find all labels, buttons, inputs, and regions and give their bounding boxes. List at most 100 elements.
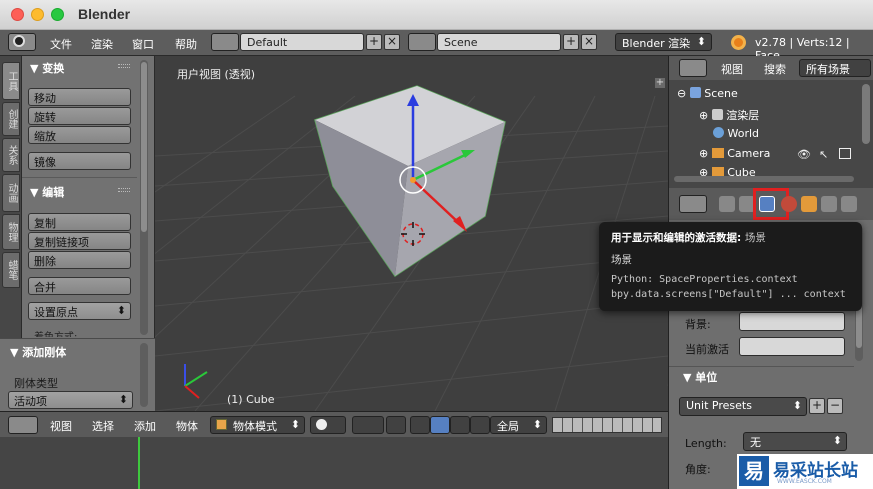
shading-label: 着色方式: [34,328,77,337]
scene-icon[interactable] [408,33,436,51]
object-context-icon[interactable] [801,196,817,212]
duplicate-linked-button[interactable]: 复制链接项 [28,232,131,250]
minimize-window-button[interactable] [31,8,44,21]
tab-relations[interactable]: 关系 [2,138,20,172]
outliner-menu-search[interactable]: 搜索 [764,61,786,77]
tooltip-python: Python: SpaceProperties.context [611,274,798,285]
tab-physics[interactable]: 物理 [2,214,20,250]
outliner-item-scene[interactable]: ⊖ Scene [677,87,738,100]
menu-object[interactable]: 物体 [176,418,198,434]
outliner-item-world[interactable]: World [713,127,759,140]
screen-layout-field[interactable]: Default [240,33,364,51]
menu-help[interactable]: 帮助 [175,36,197,52]
transform-panel-header[interactable]: ▼ 变换 [30,60,64,76]
dropdown-arrow-icon: ⬍ [792,399,802,412]
rigid-panel-scrollbar[interactable] [140,343,148,407]
zoom-window-button[interactable] [51,8,64,21]
current-frame-indicator[interactable] [138,437,140,489]
pivot-point-dropdown[interactable] [352,416,384,434]
close-window-button[interactable] [11,8,24,21]
active-clip-field[interactable] [739,337,845,356]
drag-handle-icon[interactable] [118,64,130,68]
render-engine-dropdown[interactable]: Blender 渲染 ⬍ [615,33,712,51]
editor-type-properties-icon[interactable] [679,195,707,213]
orientation-dropdown[interactable]: 全局 ⬍ [490,416,547,434]
world-icon [713,127,724,138]
tab-animation[interactable]: 动画 [2,174,20,212]
menu-add[interactable]: 添加 [134,418,156,434]
join-button[interactable]: 合并 [28,277,131,295]
context-tooltip: 用于显示和编辑的激活数据: 场景 场景 Python: SpacePropert… [599,222,862,311]
outliner-horizontal-scrollbar[interactable] [674,176,854,182]
set-origin-dropdown[interactable]: 设置原点 ⬍ [28,302,131,320]
panel-divider [22,177,137,178]
rotate-manipulator-icon[interactable] [430,416,450,434]
screen-layout-icon[interactable] [211,33,239,51]
properties-header [669,188,873,220]
rigid-body-panel-header[interactable]: ▼ 添加刚体 [10,344,66,360]
add-preset-button[interactable]: + [809,398,825,414]
transform-orientation-icon[interactable] [470,416,490,434]
length-label: Length: [685,437,727,450]
unit-presets-dropdown[interactable]: Unit Presets ⬍ [679,397,807,416]
editor-type-3d-icon[interactable] [8,416,38,434]
outliner-item-render-layers[interactable]: ⊕ 渲染层 [699,107,759,123]
scale-manipulator-icon[interactable] [450,416,470,434]
3d-view-header: 视图 选择 添加 物体 物体模式 ⬍ 全局 ⬍ [0,411,668,437]
viewport-shading-dropdown[interactable] [310,416,346,434]
menu-view[interactable]: 视图 [50,418,72,434]
window-title: Blender [78,6,131,22]
rotate-button[interactable]: 旋转 [28,107,131,125]
tab-create[interactable]: 创建 [2,102,20,136]
visibility-eye-icon[interactable]: 👁 [797,148,811,161]
tab-grease-pencil[interactable]: 蜡笔 [2,252,20,288]
add-screen-button[interactable]: + [366,34,382,50]
expand-properties-icon[interactable]: + [655,78,665,88]
3d-viewport[interactable]: 用户视图 (透视) (1) Cube + [155,56,668,411]
manipulator-toggle[interactable] [386,416,406,434]
editor-type-info-icon[interactable] [8,33,36,51]
outliner-menu-view[interactable]: 视图 [721,61,743,77]
add-scene-button[interactable]: + [563,34,579,50]
modifiers-context-icon[interactable] [841,196,857,212]
outliner-item-camera[interactable]: ⊕ Camera [699,147,770,160]
editor-type-outliner-icon[interactable] [679,59,707,77]
viewport-title: 用户视图 (透视) [177,68,256,81]
timeline[interactable] [0,437,668,489]
scale-button[interactable]: 缩放 [28,126,131,144]
scene-field[interactable]: Scene [437,33,561,51]
layer-buttons[interactable] [552,417,662,433]
remove-screen-button[interactable]: × [384,34,400,50]
delete-button[interactable]: 删除 [28,251,131,269]
outliner-display-dropdown[interactable]: 所有场景 [799,59,871,77]
interaction-mode-dropdown[interactable]: 物体模式 ⬍ [210,416,305,434]
outliner-item-cube[interactable]: ⊕ Cube [699,166,756,176]
menu-select[interactable]: 选择 [92,418,114,434]
remove-scene-button[interactable]: × [581,34,597,50]
scene-icon [689,87,701,98]
tab-tools[interactable]: 工具 [2,62,20,100]
tool-shelf-scrollbar[interactable] [140,60,148,335]
remove-preset-button[interactable]: − [827,398,843,414]
edit-panel-header[interactable]: ▼ 编辑 [30,184,64,200]
render-context-icon[interactable] [719,196,735,212]
mirror-button[interactable]: 镜像 [28,152,131,170]
world-field[interactable] [739,312,845,331]
length-unit-dropdown[interactable]: 无 ⬍ [743,432,847,451]
units-panel-header[interactable]: ▼ 单位 [683,369,717,385]
drag-handle-icon[interactable] [118,188,130,192]
duplicate-button[interactable]: 复制 [28,213,131,231]
rigid-body-type-dropdown[interactable]: 活动项 ⬍ [8,391,133,409]
menu-file[interactable]: 文件 [50,36,72,52]
select-cursor-icon[interactable]: ↖ [819,148,828,161]
menu-render[interactable]: 渲染 [91,36,113,52]
translate-button[interactable]: 移动 [28,88,131,106]
active-object-label: (1) Cube [227,393,275,406]
translate-manipulator-icon[interactable] [410,416,430,434]
constraints-context-icon[interactable] [821,196,837,212]
object-origin [410,177,416,183]
menu-window[interactable]: 窗口 [132,36,154,52]
world-context-icon[interactable] [781,196,797,212]
render-camera-icon[interactable] [839,148,851,159]
outliner-scrollbar[interactable] [862,84,870,144]
